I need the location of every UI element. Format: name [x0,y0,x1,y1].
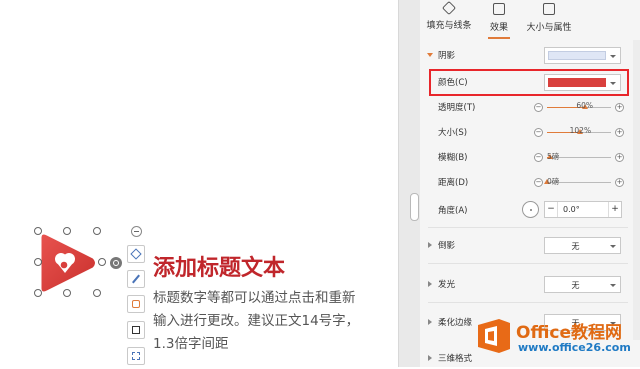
expand-caret-icon [428,355,432,361]
resize-handle-mr[interactable] [98,258,106,266]
scrollbar-thumb[interactable] [410,193,419,221]
distance-label: 距离(D) [438,178,469,188]
vertical-scrollbar[interactable] [398,0,420,367]
tab-fill-line[interactable]: 填充与线条 [424,0,474,37]
watermark-url: www.office26.com [518,341,631,354]
reflection-dropdown[interactable]: 无 [544,237,621,254]
distance-value: 0磅 [547,177,560,186]
text-wrap-icon[interactable] [127,347,145,365]
size-slider[interactable]: − 102% + [534,124,624,142]
rotate-icon[interactable] [110,257,122,269]
size-row: 大小(S) − 102% + [420,121,634,143]
resize-handle-tl[interactable] [34,227,42,235]
resize-handle-ml[interactable] [34,258,42,266]
glow-section[interactable]: 发光 无 [420,273,634,295]
outline-icon[interactable] [127,321,145,339]
increase-icon[interactable]: + [615,153,624,162]
quick-toolbar [127,241,145,367]
distance-row: 距离(D) − 0磅 + [420,171,634,193]
size-icon [543,3,555,15]
decrease-icon[interactable]: − [545,202,558,217]
reflection-section[interactable]: 倒影 无 [420,234,634,256]
effects-icon [493,3,505,15]
angle-dial[interactable] [522,201,539,218]
color-highlight-box [429,69,629,96]
glow-label: 发光 [438,280,456,290]
resize-handle-br[interactable] [93,289,101,297]
soft-edges-label: 柔化边缘 [438,318,473,328]
shadow-section[interactable]: 阴影 [420,44,634,66]
tab-size-properties[interactable]: 大小与属性 [524,3,574,37]
reflection-label: 倒影 [438,241,456,251]
expand-caret-icon [428,242,432,248]
decrease-icon[interactable]: − [534,178,543,187]
resize-handle-tm[interactable] [63,227,71,235]
section-divider [428,227,628,228]
slide-title[interactable]: 添加标题文本 [153,250,285,282]
decrease-icon[interactable]: − [534,103,543,112]
blur-slider[interactable]: − 5磅 + [534,149,624,167]
angle-label: 角度(A) [438,206,468,216]
chevron-down-icon [610,55,616,58]
properties-panel: 填充与线条 效果 大小与属性 阴影 颜色(C) 透明度(T) − 60% + 大… [420,0,640,367]
increase-icon[interactable]: + [615,128,624,137]
chevron-down-icon [610,284,616,287]
increase-icon[interactable]: + [608,202,621,217]
glow-dropdown[interactable]: 无 [544,276,621,293]
expand-caret-icon [427,53,433,57]
angle-row: 角度(A) − 0.0° + [420,199,634,221]
tab-effects[interactable]: 效果 [484,3,514,39]
transparency-row: 透明度(T) − 60% + [420,96,634,118]
blur-label: 模糊(B) [438,153,468,163]
expand-caret-icon [428,319,432,325]
angle-value[interactable]: 0.0° [563,205,580,214]
transparency-label: 透明度(T) [438,103,476,113]
selected-play-shape[interactable] [37,232,98,295]
size-value: 102% [569,126,592,135]
shadow-preset-swatch [548,51,606,60]
increase-icon[interactable]: + [615,103,624,112]
office-logo-icon [478,319,510,353]
distance-slider[interactable]: − 0磅 + [534,174,624,192]
blur-value: 5磅 [547,152,560,161]
panel-tabs: 填充与线条 效果 大小与属性 [420,0,640,40]
transparency-value: 60% [576,101,594,110]
pen-icon[interactable] [127,270,145,288]
panel-scrollbar[interactable] [633,40,640,340]
collapse-toolbar-icon[interactable] [131,226,142,237]
fill-bucket-icon [441,0,457,16]
fill-bucket-icon[interactable] [127,295,145,313]
slide-body-text[interactable]: 标题数字等都可以通过点击和重新输入进行更改。建议正文14号字，1.3倍字间距 [153,287,368,356]
increase-icon[interactable]: + [615,178,624,187]
section-divider [428,302,628,303]
decrease-icon[interactable]: − [534,128,543,137]
shadow-label: 阴影 [438,51,456,61]
transparency-slider[interactable]: − 60% + [534,99,624,117]
angle-stepper[interactable]: − 0.0° + [544,201,622,218]
decrease-icon[interactable]: − [534,153,543,162]
watermark: Office教程网 www.office26.com [472,315,640,367]
3d-format-label: 三维格式 [438,354,473,364]
slide-canvas[interactable]: 添加标题文本 标题数字等都可以通过点击和重新输入进行更改。建议正文14号字，1.… [0,0,398,367]
shadow-preset-dropdown[interactable] [544,47,621,64]
size-label: 大小(S) [438,128,468,138]
layers-icon[interactable] [127,245,145,263]
chevron-down-icon [610,245,616,248]
resize-handle-bl[interactable] [34,289,42,297]
blur-row: 模糊(B) − 5磅 + [420,146,634,168]
resize-handle-tr[interactable] [93,227,101,235]
watermark-brand: Office教程网 [516,323,623,343]
expand-caret-icon [428,281,432,287]
section-divider [428,263,628,264]
resize-handle-bm[interactable] [63,289,71,297]
